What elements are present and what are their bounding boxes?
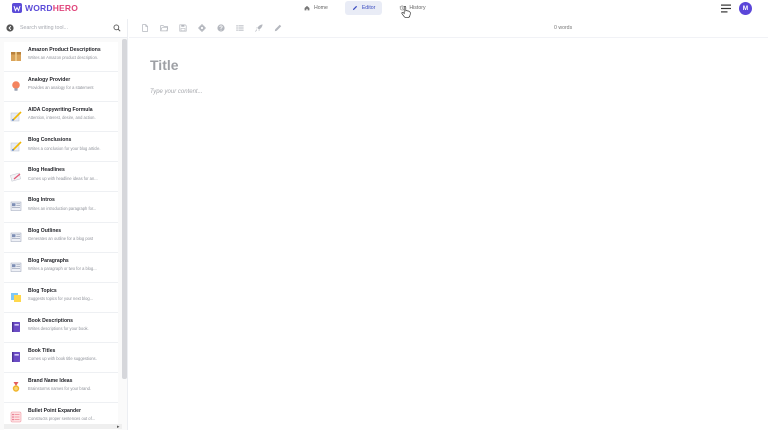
tool-desc: Suggests topics for your next blog... <box>28 296 94 302</box>
open-folder-icon[interactable] <box>160 24 168 32</box>
tool-name: AIDA Copywriting Formula <box>28 107 93 114</box>
book-icon <box>12 351 20 362</box>
tool-book-titles[interactable]: Book Titles Comes up with book title sugg… <box>4 342 118 374</box>
logo-text: WORDHERO <box>25 3 78 13</box>
tool-blog-conclusions[interactable]: Blog Conclusions Writes a conclusion for … <box>4 132 118 163</box>
tool-name: Blog Paragraphs <box>28 257 69 264</box>
tool-desc: Writes a paragraph or two for a blog... <box>28 265 97 271</box>
editor-toolbar <box>129 19 768 38</box>
tool-desc: Provides an analogy for a statement <box>28 85 94 91</box>
hand-pointer-cursor-icon <box>401 6 411 18</box>
tool-blog-topics[interactable]: Blog Topics Suggests topics for your next… <box>4 282 118 313</box>
tool-name: Analogy Provider <box>28 77 71 84</box>
tool-sidebar: Amazon Product Descriptions Writes an Ama… <box>0 19 128 430</box>
tool-analogy-provider[interactable]: Analogy Provider Provides an analogy for … <box>4 72 118 103</box>
tool-name: Blog Headlines <box>28 167 65 174</box>
medal-icon <box>12 382 20 392</box>
tool-desc: Writes descriptions for your book. <box>28 326 89 332</box>
lightbulb-icon <box>12 81 20 91</box>
tool-desc: Generates an outline for a blog post <box>28 235 94 241</box>
tool-desc: Writes an introduction paragraph for... <box>28 205 97 211</box>
content-field[interactable]: Type your content... <box>150 89 203 95</box>
pen-paper-icon <box>10 111 22 122</box>
list-icon[interactable] <box>236 24 244 32</box>
tool-aida-copywriting-formula[interactable]: AIDA Copywriting Formula Attention, inter… <box>4 102 118 133</box>
tool-blog-paragraphs[interactable]: Blog Paragraphs Writes a paragraph or two… <box>4 252 118 283</box>
tool-desc: Attention, interest, desire, and action. <box>28 115 96 121</box>
pen-icon[interactable] <box>274 24 282 32</box>
tool-book-descriptions[interactable]: Book Descriptions Writes descriptions for… <box>4 312 118 343</box>
wordhero-logo-icon <box>12 3 22 13</box>
sidebar-horizontal-scrollbar[interactable] <box>4 424 122 429</box>
nav-home-label: Home <box>314 5 328 11</box>
book-icon <box>12 321 20 332</box>
pencil-icon <box>352 5 357 11</box>
list-icon <box>10 411 22 423</box>
help-icon[interactable] <box>217 24 225 32</box>
tool-blog-headlines[interactable]: Blog Headlines Comes up with headline ide… <box>4 162 118 193</box>
wordhero-logo[interactable]: WORDHERO <box>12 3 78 13</box>
main-nav: Home Editor History <box>297 1 433 15</box>
scroll-right-arrow-icon[interactable]: ▸ <box>117 424 120 430</box>
tool-name: Book Descriptions <box>28 317 74 324</box>
tool-desc: Writes a conclusion for your blog articl… <box>28 145 101 151</box>
tool-name: Blog Topics <box>28 287 57 294</box>
tool-name: Brand Name Ideas <box>28 378 73 385</box>
top-navigation-bar: WORDHERO Home Editor History M <box>0 0 768 18</box>
settings-icon[interactable] <box>198 24 206 32</box>
editor-area: Title Type your content... <box>129 38 768 430</box>
sidebar-search-row <box>0 19 127 38</box>
tool-amazon-product-descriptions[interactable]: Amazon Product Descriptions Writes an Ama… <box>4 42 118 73</box>
tool-desc: Comes up with book title suggestions. <box>28 356 97 362</box>
search-icon[interactable] <box>113 24 121 32</box>
tool-brand-name-ideas[interactable]: Brand Name Ideas Brainstorms names for yo… <box>4 373 118 404</box>
logo-text-hero: HERO <box>52 3 79 13</box>
sidebar-scrollbar[interactable] <box>122 39 127 379</box>
sticky-notes-icon <box>11 292 21 302</box>
notes-icon <box>10 173 21 182</box>
newspaper-icon <box>10 202 22 212</box>
word-count: 0 words <box>554 25 573 31</box>
user-avatar[interactable]: M <box>739 2 752 15</box>
nav-home[interactable]: Home <box>297 1 335 15</box>
box-icon <box>11 52 21 61</box>
search-input[interactable] <box>20 22 107 34</box>
collapse-sidebar-icon[interactable] <box>6 24 14 32</box>
nav-editor-label: Editor <box>361 5 376 11</box>
title-field[interactable]: Title <box>150 57 179 73</box>
tool-desc: Writes an Amazon product description. <box>28 55 99 61</box>
new-file-icon[interactable] <box>141 24 149 32</box>
nav-editor[interactable]: Editor <box>344 1 383 15</box>
tool-desc: Constructs proper sentences out of... <box>28 416 96 422</box>
menu-icon[interactable] <box>721 4 731 13</box>
tool-desc: Brainstorms names for your brand. <box>28 386 92 392</box>
tool-blog-outlines[interactable]: Blog Outlines Generates an outline for a … <box>4 222 118 253</box>
nav-history[interactable]: History <box>392 1 432 15</box>
tool-desc: Comes up with headline ideas for an... <box>28 175 98 181</box>
nav-history-label: History <box>409 5 426 11</box>
newspaper-icon <box>10 262 22 272</box>
tool-list: Amazon Product Descriptions Writes an Ama… <box>4 42 118 430</box>
save-icon[interactable] <box>179 24 187 32</box>
home-icon <box>304 5 310 11</box>
tool-name: Blog Intros <box>28 197 55 204</box>
pen-paper-icon <box>10 141 22 152</box>
tool-name: Bullet Point Expander <box>28 408 81 415</box>
logo-text-word: WORD <box>25 3 53 13</box>
rocket-icon[interactable] <box>255 24 263 32</box>
tool-name: Amazon Product Descriptions <box>28 47 101 53</box>
newspaper-icon <box>10 232 22 242</box>
tool-blog-intros[interactable]: Blog Intros Writes an introduction paragr… <box>4 192 118 223</box>
tool-name: Blog Conclusions <box>28 137 72 144</box>
tool-name: Blog Outlines <box>28 227 62 234</box>
tool-name: Book Titles <box>28 347 56 354</box>
